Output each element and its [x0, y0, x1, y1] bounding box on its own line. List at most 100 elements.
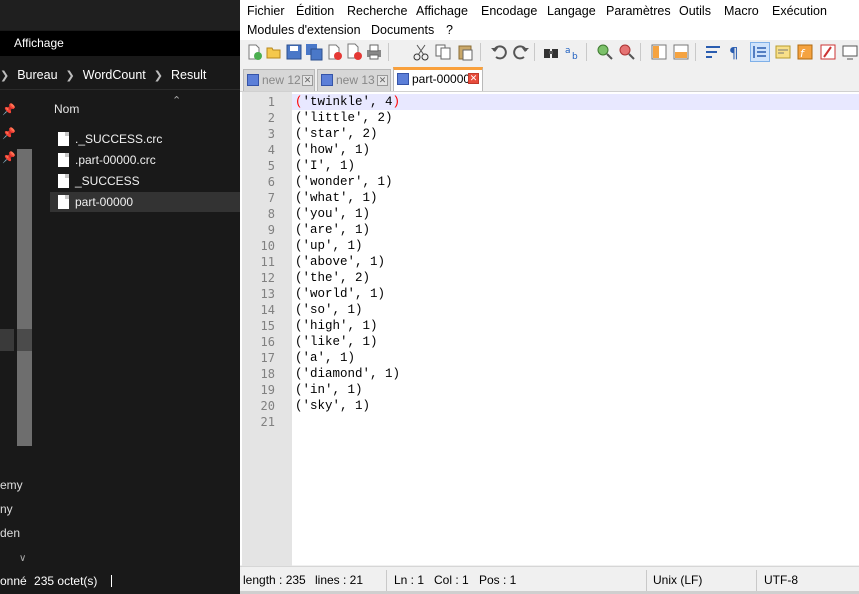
text-editor[interactable]: 1 2 3 4 5 6 7 8 9 10 11 12 13 14 15 16 17 18 19 20 21 ('twin… — [240, 91, 859, 566]
close-all-icon[interactable] — [345, 43, 363, 61]
menu-modules-extension[interactable]: Modules d'extension — [247, 23, 361, 37]
file-row-selected[interactable]: part-00000 — [50, 192, 240, 212]
line-number: 5 — [267, 159, 275, 173]
close-icon[interactable]: ✕ — [302, 75, 313, 86]
menu-recherche[interactable]: Recherche — [347, 4, 407, 18]
paste-icon[interactable] — [456, 43, 474, 61]
chevron-down-icon[interactable]: ∨ — [19, 553, 26, 564]
status-line-number: Ln : 1 — [394, 573, 425, 587]
nav-item-label[interactable]: den — [0, 526, 20, 540]
chevron-right-icon: ❯ — [0, 70, 10, 82]
code-line[interactable]: ('star', 2) — [295, 126, 378, 142]
menu-fichier[interactable]: Fichier — [247, 4, 285, 18]
zoom-in-icon[interactable] — [596, 43, 614, 61]
open-icon[interactable] — [265, 43, 283, 61]
ribbon-tab-affichage[interactable]: Affichage — [0, 31, 240, 56]
code-line[interactable]: ('in', 1) — [295, 382, 363, 398]
status-eol[interactable]: Unix (LF) — [653, 567, 702, 594]
code-line[interactable]: ('what', 1) — [295, 190, 378, 206]
sync-v-icon[interactable] — [650, 43, 668, 61]
tab-new-12[interactable]: new 12 ✕ — [243, 69, 315, 91]
editor-status-bar: length : 235 lines : 21 Ln : 1 Col : 1 P… — [240, 566, 859, 594]
replace-icon[interactable]: ab — [564, 43, 582, 61]
file-icon — [58, 195, 69, 209]
monitor-icon[interactable] — [841, 43, 859, 61]
zoom-out-icon[interactable] — [618, 43, 636, 61]
print-icon[interactable] — [365, 43, 383, 61]
code-line[interactable]: ('little', 2) — [295, 110, 393, 126]
line-number: 20 — [260, 399, 275, 413]
code-line[interactable]: ('twinkle', 4) — [295, 94, 400, 110]
navigation-scrollbar[interactable] — [17, 149, 32, 446]
find-icon[interactable] — [542, 43, 560, 61]
nav-item-label[interactable]: ny — [0, 502, 13, 516]
menu-affichage[interactable]: Affichage — [416, 4, 468, 18]
code-line[interactable]: ('a', 1) — [295, 350, 355, 366]
code-line[interactable]: ('like', 1) — [295, 334, 378, 350]
code-line[interactable]: ('above', 1) — [295, 254, 385, 270]
nav-item-label[interactable]: emy — [0, 478, 23, 492]
tab-part-00000[interactable]: part-00000 ✕ — [393, 67, 483, 91]
redo-icon[interactable] — [512, 43, 530, 61]
menu-execution[interactable]: Exécution — [772, 4, 827, 18]
code-line[interactable]: ('you', 1) — [295, 206, 370, 222]
menu-encodage[interactable]: Encodage — [481, 4, 537, 18]
breadcrumb-item-wordcount[interactable]: WordCount — [83, 60, 146, 90]
toolbar-separator — [480, 43, 481, 61]
code-line[interactable]: ('are', 1) — [295, 222, 370, 238]
toolbar: ab ¶ f — [240, 40, 859, 64]
undo-icon[interactable] — [490, 43, 508, 61]
line-number: 13 — [260, 287, 275, 301]
menu-macro[interactable]: Macro — [724, 4, 759, 18]
breadcrumb-item-result[interactable]: Result — [171, 60, 206, 90]
code-line[interactable]: ('up', 1) — [295, 238, 363, 254]
code-line[interactable]: ('how', 1) — [295, 142, 370, 158]
menu-outils[interactable]: Outils — [679, 4, 711, 18]
menu-edition[interactable]: Édition — [296, 4, 334, 18]
code-line[interactable]: ('wonder', 1) — [295, 174, 393, 190]
menu-bar: Fichier Édition Recherche Affichage Enco… — [240, 0, 859, 40]
column-header-name[interactable]: Nom — [54, 102, 79, 116]
close-icon[interactable]: ✕ — [468, 73, 479, 84]
menu-documents[interactable]: Documents — [371, 23, 434, 37]
new-icon[interactable] — [245, 43, 263, 61]
folder-workspace-icon[interactable] — [819, 43, 837, 61]
function-list-icon[interactable]: f — [796, 43, 814, 61]
tab-label: part-00000 — [412, 72, 471, 86]
close-icon[interactable] — [325, 43, 343, 61]
menu-langage[interactable]: Langage — [547, 4, 596, 18]
wrap-icon[interactable] — [704, 43, 722, 61]
file-list: Nom ⌃ ._SUCCESS.crc .part-00000.crc _SUC… — [36, 92, 240, 570]
save-icon[interactable] — [285, 43, 303, 61]
save-all-icon[interactable] — [305, 43, 323, 61]
code-line[interactable]: ('sky', 1) — [295, 398, 370, 414]
indent-guide-icon[interactable] — [750, 42, 770, 62]
code-line[interactable]: ('so', 1) — [295, 302, 363, 318]
doc-map-icon[interactable] — [774, 43, 792, 61]
sync-h-icon[interactable] — [672, 43, 690, 61]
file-row[interactable]: .part-00000.crc — [50, 150, 240, 170]
navigation-pane[interactable]: 📌 📌 📌 emy ny den ∨ — [0, 92, 35, 570]
show-all-chars-icon[interactable]: ¶ — [726, 43, 744, 61]
line-number: 12 — [260, 271, 275, 285]
nav-selected-item[interactable] — [0, 329, 14, 351]
file-row[interactable]: ._SUCCESS.crc — [50, 129, 240, 149]
code-line[interactable]: ('diamond', 1) — [295, 366, 400, 382]
code-line[interactable]: ('the', 2) — [295, 270, 370, 286]
scrollbar-thumb[interactable] — [17, 329, 32, 351]
tab-new-13[interactable]: new 13 ✕ — [317, 69, 391, 91]
chevron-right-icon[interactable]: ❯ — [66, 61, 75, 91]
file-row[interactable]: _SUCCESS — [50, 171, 240, 191]
breadcrumb[interactable]: ❯ Bureau ❯ WordCount ❯ Result — [0, 60, 240, 90]
chevron-right-icon[interactable]: ❯ — [154, 61, 163, 91]
menu-help[interactable]: ? — [446, 23, 453, 37]
breadcrumb-item-bureau[interactable]: Bureau — [17, 60, 57, 90]
code-line[interactable]: ('I', 1) — [295, 158, 355, 174]
menu-parametres[interactable]: Paramètres — [606, 4, 671, 18]
cut-icon[interactable] — [412, 43, 430, 61]
code-line[interactable]: ('high', 1) — [295, 318, 378, 334]
status-encoding[interactable]: UTF-8 — [764, 567, 798, 594]
close-icon[interactable]: ✕ — [377, 75, 388, 86]
code-line[interactable]: ('world', 1) — [295, 286, 385, 302]
copy-icon[interactable] — [434, 43, 452, 61]
